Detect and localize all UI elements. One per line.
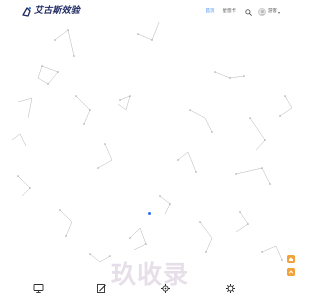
- cursor-dot: [148, 212, 151, 215]
- user-name[interactable]: 游客: [268, 6, 277, 18]
- gear-icon[interactable]: [160, 283, 171, 294]
- site-logo[interactable]: 艾古斯效验: [22, 5, 80, 17]
- logo-text: 艾古斯效验: [34, 6, 81, 16]
- top-bar: 艾古斯效验 首页 星悠卡 游客 ▾: [0, 0, 300, 22]
- watermark-text: 玖收录: [110, 260, 189, 289]
- chevron-down-icon[interactable]: ▾: [278, 10, 280, 15]
- edit-icon[interactable]: [96, 283, 107, 294]
- main-nav: 首页 星悠卡 游客 ▾: [197, 6, 280, 18]
- logo-mark-icon: [22, 6, 31, 17]
- particle-network: [11, 22, 293, 263]
- settings-icon[interactable]: [225, 283, 236, 294]
- nav-home[interactable]: 首页: [205, 6, 214, 18]
- nav-card[interactable]: 星悠卡: [222, 6, 236, 18]
- monitor-icon[interactable]: [33, 283, 44, 294]
- search-icon[interactable]: [245, 8, 252, 16]
- user-avatar-icon[interactable]: [257, 8, 266, 16]
- top-icon[interactable]: [287, 268, 295, 276]
- home-icon[interactable]: [287, 255, 295, 263]
